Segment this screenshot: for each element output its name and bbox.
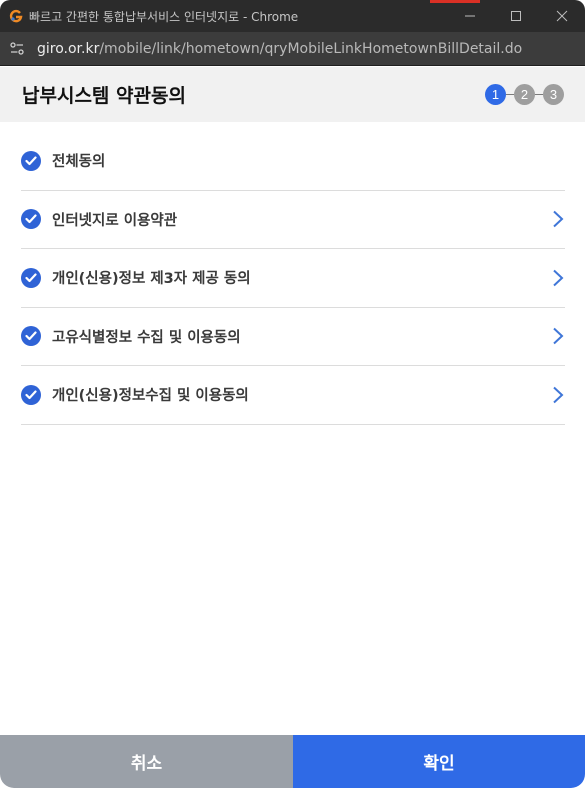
- agreement-item-unique-id[interactable]: 고유식별정보 수집 및 이용동의: [21, 308, 565, 366]
- window-controls: [447, 0, 585, 32]
- step-indicator: 1 2 3: [485, 84, 564, 105]
- address-bar[interactable]: giro.or.kr/mobile/link/hometown/qryMobil…: [0, 32, 585, 66]
- close-window-button[interactable]: [539, 0, 585, 32]
- title-bar: 빠르고 간편한 통합납부서비스 인터넷지로 - Chrome: [0, 0, 585, 32]
- page-title: 납부시스템 약관동의: [22, 85, 186, 107]
- minimize-icon: [465, 15, 475, 17]
- cancel-button[interactable]: 취소: [0, 735, 293, 788]
- agreement-label: 개인(신용)정보 제3자 제공 동의: [52, 271, 251, 288]
- chevron-right-icon[interactable]: [551, 326, 565, 346]
- agreement-item-terms[interactable]: 인터넷지로 이용약관: [21, 191, 565, 249]
- giro-g-icon: [9, 9, 23, 23]
- step-connector: [535, 94, 543, 95]
- agree-all-item[interactable]: 전체동의: [21, 132, 565, 191]
- close-icon: [556, 10, 568, 22]
- site-settings-icon[interactable]: [9, 41, 25, 57]
- maximize-icon: [511, 11, 521, 21]
- confirm-button[interactable]: 확인: [293, 735, 585, 788]
- url-host: giro.or.kr: [37, 40, 100, 57]
- checkmark-icon[interactable]: [21, 267, 41, 288]
- bottom-button-bar: 취소 확인: [0, 735, 585, 788]
- agreement-label: 고유식별정보 수집 및 이용동의: [52, 329, 241, 346]
- agreement-list: 전체동의 인터넷지로 이용약관 개인(신용)정보 제3자 제공 동의 고유식별정…: [21, 132, 565, 425]
- url-text[interactable]: giro.or.kr/mobile/link/hometown/qryMobil…: [37, 41, 522, 57]
- window-title: 빠르고 간편한 통합납부서비스 인터넷지로 - Chrome: [29, 9, 299, 24]
- chevron-right-icon[interactable]: [551, 385, 565, 405]
- checkmark-icon[interactable]: [21, 150, 41, 171]
- step-connector: [506, 94, 514, 95]
- minimize-button[interactable]: [447, 0, 493, 32]
- agreement-label: 인터넷지로 이용약관: [52, 212, 178, 229]
- checkmark-icon[interactable]: [21, 209, 41, 230]
- agreement-label: 개인(신용)정보수집 및 이용동의: [52, 388, 249, 405]
- step-1: 1: [485, 84, 506, 105]
- agreement-item-third-party[interactable]: 개인(신용)정보 제3자 제공 동의: [21, 249, 565, 308]
- browser-window: 빠르고 간편한 통합납부서비스 인터넷지로 - Chrome giro.or.k…: [0, 0, 585, 788]
- maximize-button[interactable]: [493, 0, 539, 32]
- chevron-right-icon[interactable]: [551, 209, 565, 229]
- checkmark-icon[interactable]: [21, 384, 41, 405]
- agreement-item-personal-info[interactable]: 개인(신용)정보수집 및 이용동의: [21, 366, 565, 425]
- url-path: /mobile/link/hometown/qryMobileLinkHomet…: [99, 40, 523, 57]
- chevron-right-icon[interactable]: [551, 268, 565, 288]
- step-3: 3: [543, 84, 564, 105]
- agreement-label: 전체동의: [52, 154, 106, 171]
- page-header: 납부시스템 약관동의 1 2 3: [0, 67, 585, 122]
- step-2: 2: [514, 84, 535, 105]
- checkmark-icon[interactable]: [21, 326, 41, 347]
